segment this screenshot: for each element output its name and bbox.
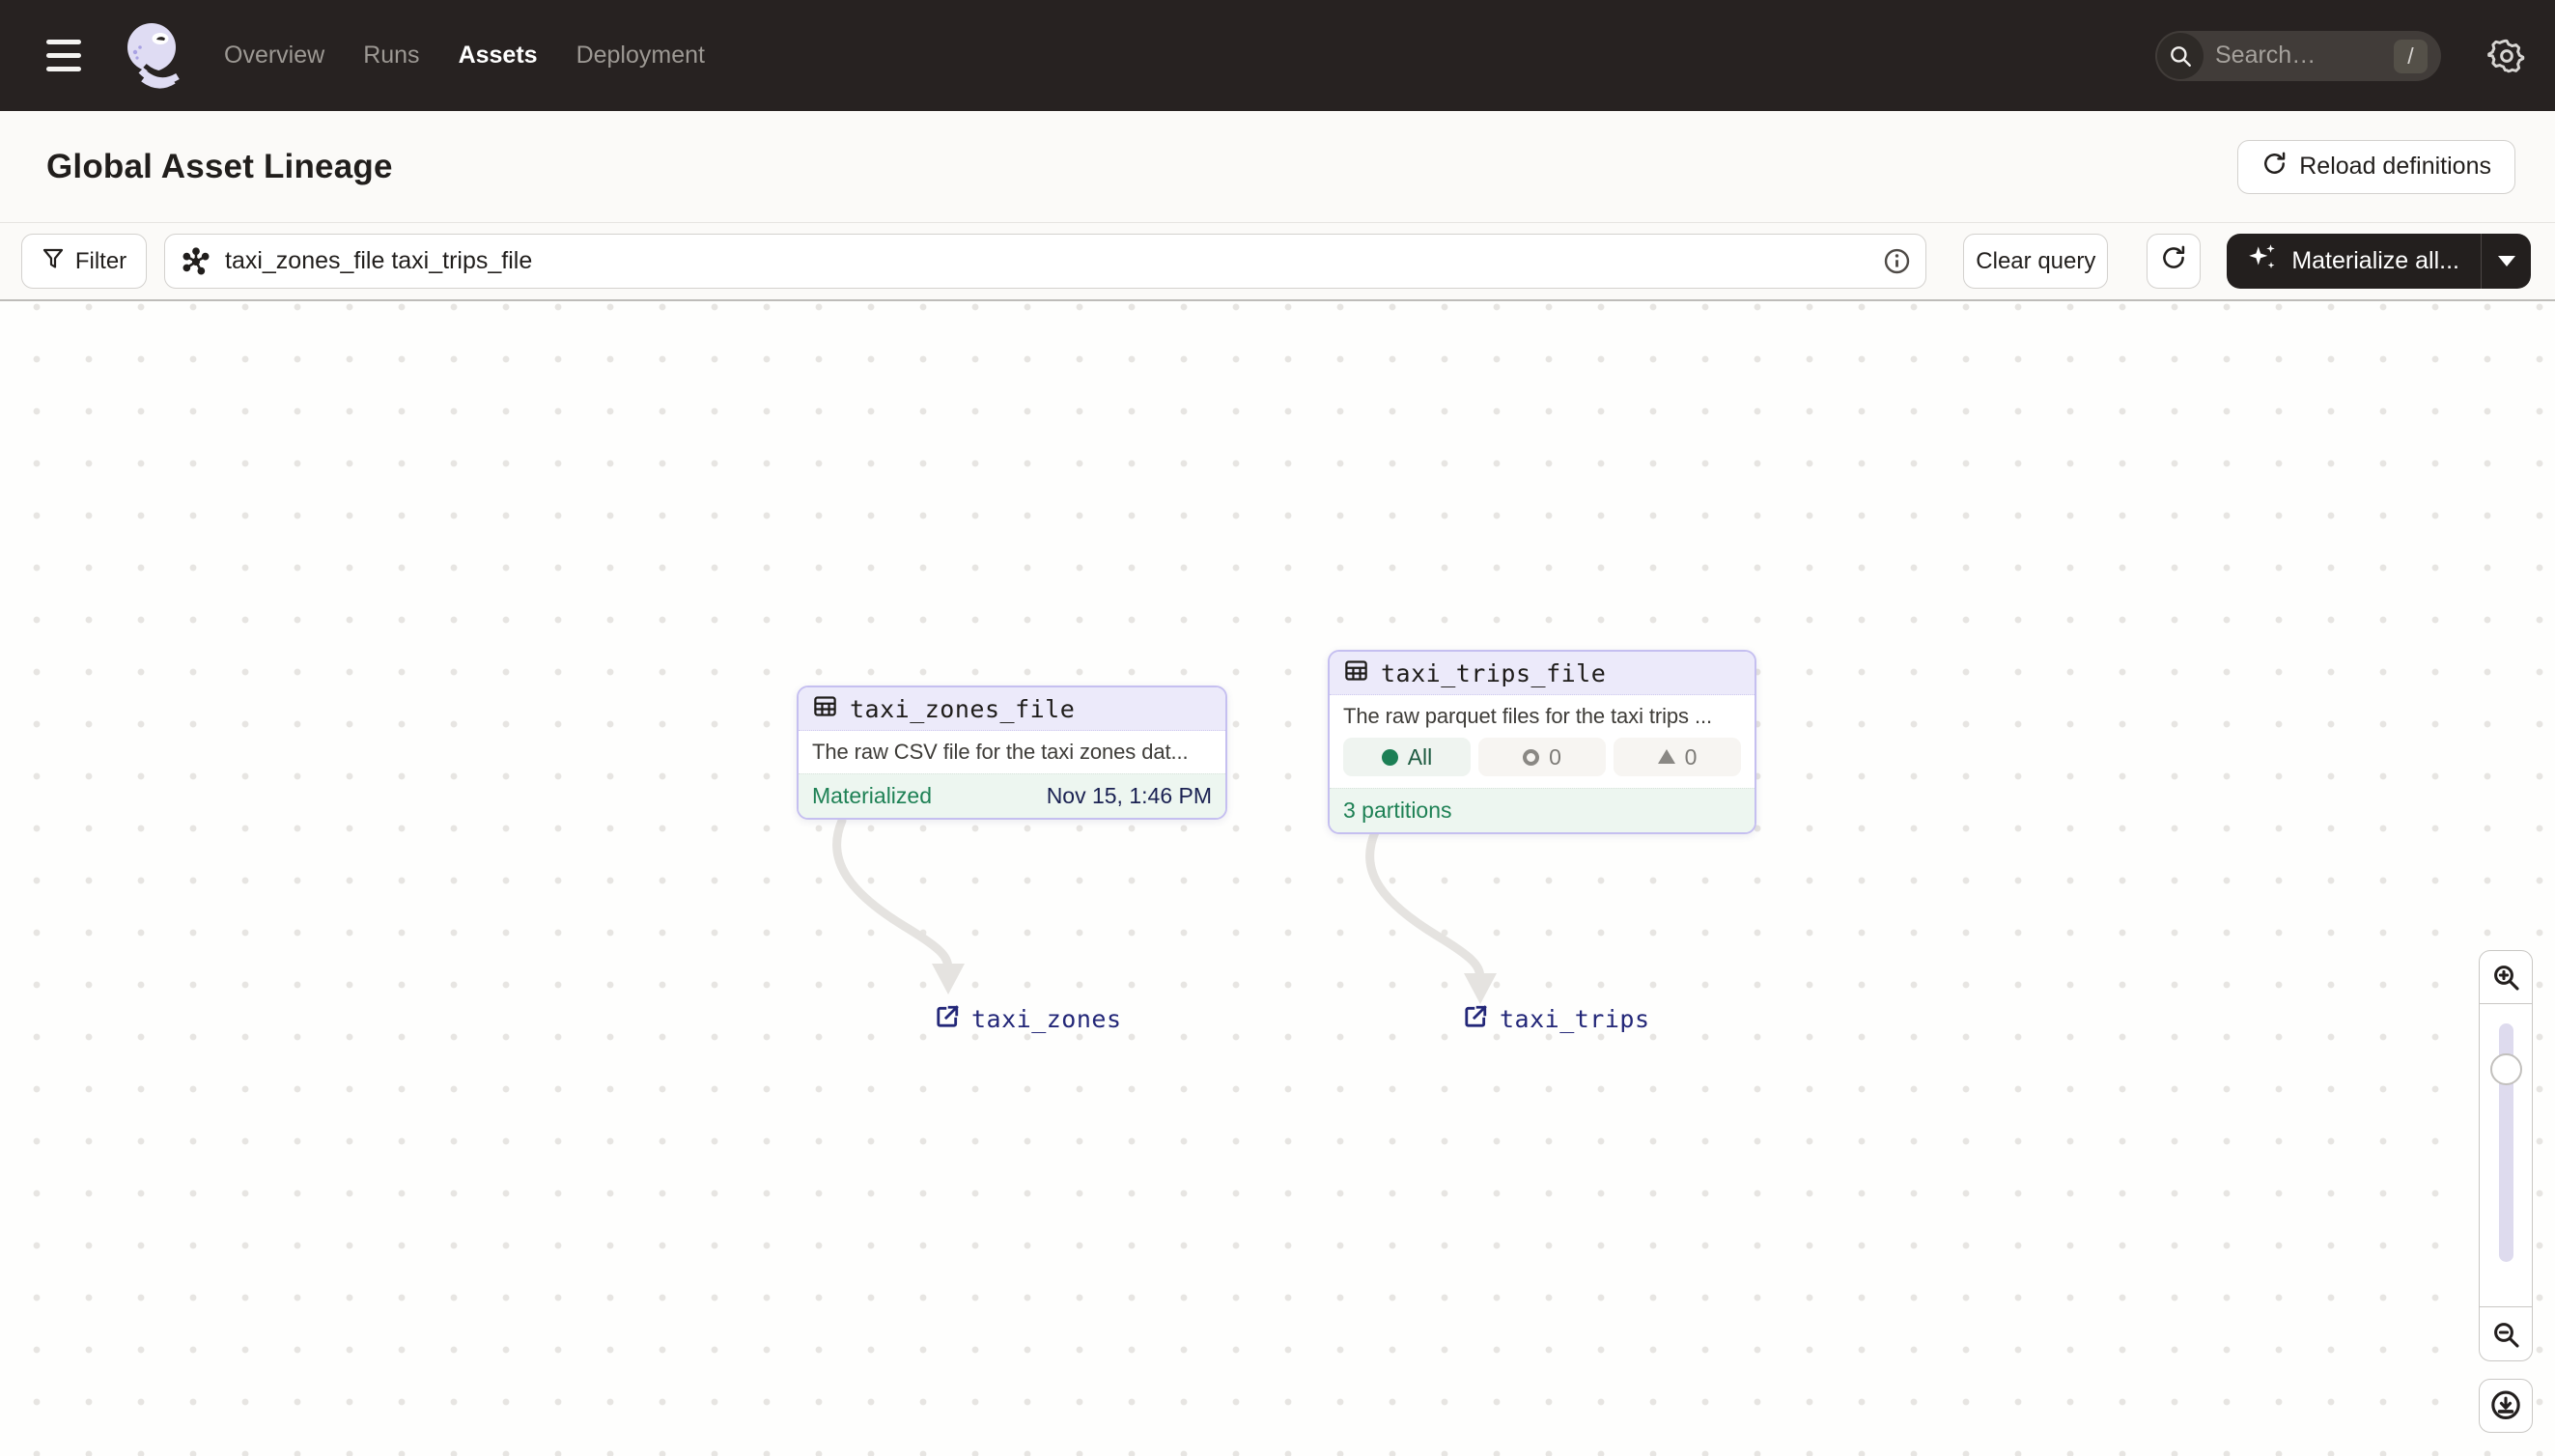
download-icon [2491, 1390, 2520, 1420]
table-icon [812, 693, 838, 724]
graph-query-icon [182, 247, 211, 281]
stale-triangle-icon [1657, 748, 1675, 764]
search-shortcut-badge: / [2394, 39, 2428, 73]
partition-badge-row: All 0 0 [1330, 738, 1755, 788]
lineage-edges [832, 816, 1497, 1004]
zoom-controls [2479, 950, 2533, 1433]
asset-query-wrap [164, 234, 1927, 289]
zoom-out-icon [2494, 1322, 2519, 1348]
reload-definitions-button[interactable]: Reload definitions [2237, 139, 2515, 194]
clear-query-label: Clear query [1976, 247, 2096, 274]
materialized-dot-icon [1381, 748, 1398, 766]
asset-node-taxi-trips-file[interactable]: taxi_trips_file The raw parquet files fo… [1328, 650, 1756, 834]
download-image-button[interactable] [2479, 1379, 2533, 1433]
materialization-timestamp[interactable]: Nov 15, 1:46 PM [1047, 783, 1212, 809]
asset-name: taxi_trips_file [1381, 658, 1607, 687]
lineage-toolbar: Filter Clear query [0, 223, 2555, 301]
hamburger-menu-icon[interactable] [46, 30, 98, 82]
materialize-all-label: Materialize all... [2291, 247, 2459, 274]
page-title: Global Asset Lineage [46, 147, 393, 185]
partitions-missing-badge[interactable]: 0 [1478, 738, 1606, 776]
sparkle-icon [2246, 241, 2279, 281]
partitions-failed-badge[interactable]: 0 [1614, 738, 1741, 776]
badge-label: 0 [1684, 743, 1698, 770]
zoom-slider [2479, 1003, 2533, 1307]
downstream-link-taxi-trips[interactable]: taxi_trips [1463, 1004, 1650, 1034]
downstream-asset-label: taxi_trips [1500, 1005, 1650, 1033]
filter-funnel-icon [42, 246, 65, 276]
query-info-icon[interactable] [1883, 247, 1911, 280]
zoom-in-button[interactable] [2479, 950, 2533, 1004]
zoom-in-icon [2494, 966, 2519, 991]
settings-gear-icon[interactable] [2485, 35, 2528, 77]
reload-label: Reload definitions [2299, 153, 2491, 180]
asset-description: The raw parquet files for the taxi trips… [1343, 704, 1712, 728]
materialize-all-split-button: Materialize all... [2227, 234, 2531, 289]
search-input[interactable] [2215, 30, 2370, 81]
partitions-materialized-badge[interactable]: All [1343, 738, 1471, 776]
filter-label: Filter [74, 247, 127, 274]
materialize-all-button[interactable]: Materialize all... [2227, 234, 2481, 289]
top-navbar: Overview Runs Assets Deployment / [0, 0, 2555, 111]
asset-name: taxi_zones_file [850, 694, 1076, 723]
asset-node-header: taxi_zones_file [799, 687, 1225, 731]
lineage-canvas[interactable]: taxi_zones_file The raw CSV file for the… [0, 301, 2555, 1456]
external-link-icon [935, 1004, 960, 1034]
search-icon [2157, 32, 2204, 79]
zoom-out-button[interactable] [2479, 1306, 2533, 1361]
asset-status-footer: 3 partitions [1330, 788, 1755, 832]
materialized-status: Materialized [812, 783, 932, 808]
dagster-logo[interactable] [122, 18, 189, 94]
badge-label: 0 [1549, 743, 1561, 770]
downstream-link-taxi-zones[interactable]: taxi_zones [935, 1004, 1122, 1034]
partition-count: 3 partitions [1343, 798, 1452, 823]
page-header: Global Asset Lineage Reload definitions [0, 111, 2555, 223]
external-link-icon [1463, 1004, 1488, 1034]
nav-item-deployment[interactable]: Deployment [576, 42, 705, 70]
filter-button[interactable]: Filter [21, 234, 147, 289]
missing-ring-icon [1523, 748, 1540, 766]
asset-node-header: taxi_trips_file [1330, 652, 1755, 695]
asset-description: The raw CSV file for the taxi zones dat.… [812, 740, 1189, 764]
refresh-graph-button[interactable] [2147, 234, 2202, 289]
asset-selection-input[interactable] [164, 234, 1927, 289]
badge-label: All [1407, 743, 1433, 770]
nav-item-overview[interactable]: Overview [224, 42, 324, 70]
refresh-icon [2160, 244, 2187, 278]
clear-query-button[interactable]: Clear query [1963, 234, 2109, 289]
global-search[interactable]: / [2155, 30, 2441, 81]
materialize-dropdown-button[interactable] [2481, 234, 2531, 289]
nav-item-assets[interactable]: Assets [459, 42, 538, 70]
nav-right-section: / [2155, 30, 2528, 81]
nav-links: Overview Runs Assets Deployment [224, 42, 705, 70]
chevron-down-icon [2497, 256, 2515, 266]
asset-node-taxi-zones-file[interactable]: taxi_zones_file The raw CSV file for the… [797, 686, 1227, 820]
zoom-slider-handle[interactable] [2490, 1053, 2522, 1085]
table-icon [1343, 658, 1369, 688]
reload-icon [2261, 151, 2288, 183]
nav-item-runs[interactable]: Runs [363, 42, 419, 70]
asset-status-footer: Materialized Nov 15, 1:46 PM [799, 773, 1225, 818]
downstream-asset-label: taxi_zones [971, 1005, 1122, 1033]
